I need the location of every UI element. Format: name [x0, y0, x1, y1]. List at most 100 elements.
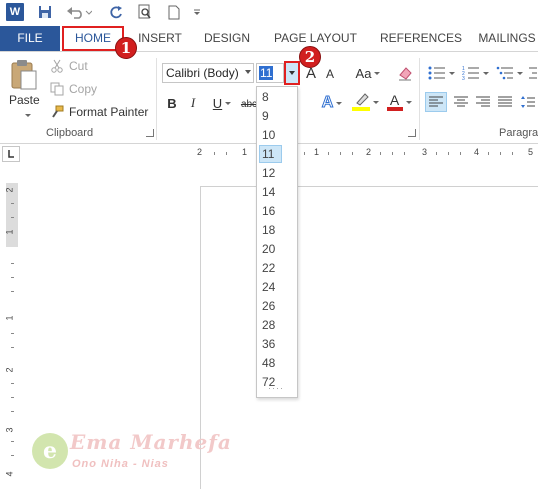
numbering-button[interactable]: 123	[460, 63, 490, 83]
font-size-option[interactable]: 24	[259, 278, 282, 296]
font-color-dropdown-icon	[405, 100, 412, 104]
ribbon-tabs: FILE HOME INSERT DESIGN PAGE LAYOUT REFE…	[0, 26, 538, 51]
save-icon[interactable]	[36, 3, 54, 21]
ruler-tick	[11, 397, 14, 398]
tab-references[interactable]: REFERENCES	[380, 26, 462, 51]
ruler-tick	[436, 152, 437, 155]
paragraph-group-label: Paragra	[499, 127, 538, 139]
font-size-option[interactable]: 48	[259, 354, 282, 372]
font-size-option-selected[interactable]: 11	[259, 145, 282, 163]
font-size-dropdown-button[interactable]	[284, 61, 300, 85]
align-center-icon	[454, 96, 468, 107]
watermark-subtitle: Ono Niha - Nias	[72, 458, 169, 470]
bold-button[interactable]: B	[164, 93, 180, 113]
font-size-option[interactable]: 10	[259, 126, 282, 144]
align-center-button[interactable]	[450, 92, 472, 112]
ruler-tick	[448, 152, 449, 155]
copy-button[interactable]: Copy	[50, 79, 97, 99]
vertical-ruler[interactable]: 2 1 1 2 3 4	[4, 183, 18, 489]
paste-label: Paste	[9, 93, 40, 107]
clipboard-launcher-icon[interactable]	[146, 129, 154, 137]
tab-design[interactable]: DESIGN	[204, 26, 250, 51]
font-size-option[interactable]: 36	[259, 335, 282, 353]
ruler-number: 2	[197, 147, 203, 157]
font-size-option[interactable]: 14	[259, 183, 282, 201]
clear-formatting-button[interactable]	[396, 63, 414, 83]
highlight-button[interactable]	[350, 92, 380, 112]
change-case-button[interactable]: Aa	[352, 63, 384, 83]
watermark-logo-icon: e	[32, 433, 68, 469]
underline-label: U	[212, 95, 223, 111]
copy-label: Copy	[69, 82, 98, 96]
redo-icon[interactable]	[107, 3, 125, 21]
highlighter-icon	[351, 92, 370, 112]
align-right-button[interactable]	[472, 92, 494, 112]
ruler-tick	[11, 441, 14, 442]
font-color-button[interactable]: A	[384, 92, 414, 112]
ruler-tick	[460, 152, 461, 155]
font-size-option[interactable]: 16	[259, 202, 282, 220]
font-size-option[interactable]: 26	[259, 297, 282, 315]
ruler-tick	[11, 263, 14, 264]
font-name-dropdown-icon[interactable]	[245, 70, 251, 74]
ruler-number: 1	[314, 147, 320, 157]
ruler-tick	[500, 152, 501, 155]
chevron-down-icon	[289, 71, 295, 75]
resize-grip-icon[interactable]: ····	[268, 383, 284, 393]
ruler-tick	[11, 383, 14, 384]
multilevel-list-icon	[496, 66, 513, 80]
watermark-title: Ema Marhefa	[70, 430, 232, 454]
customize-qat-icon[interactable]	[192, 3, 202, 21]
align-left-button[interactable]	[425, 92, 447, 112]
tab-mailings[interactable]: MAILINGS	[476, 26, 538, 51]
font-size-combobox[interactable]: 11	[256, 63, 284, 83]
font-launcher-icon[interactable]	[408, 129, 416, 137]
font-size-option[interactable]: 20	[259, 240, 282, 258]
ruler-tick	[392, 152, 393, 155]
decrease-indent-button[interactable]	[526, 63, 538, 83]
ruler-tick	[304, 152, 305, 155]
italic-button[interactable]: I	[186, 93, 200, 113]
print-preview-icon[interactable]	[136, 3, 154, 21]
font-size-option[interactable]: 18	[259, 221, 282, 239]
font-name-combobox[interactable]: Calibri (Body)	[162, 63, 254, 83]
clipboard-group-label: Clipboard	[46, 127, 94, 139]
line-spacing-button[interactable]	[518, 92, 538, 112]
bullets-button[interactable]	[426, 63, 456, 83]
justify-button[interactable]	[494, 92, 516, 112]
shrink-font-button[interactable]: A	[322, 64, 338, 84]
ruler-tick	[340, 152, 341, 155]
format-painter-button[interactable]: Format Painter	[50, 102, 148, 122]
font-size-option[interactable]: 8	[259, 88, 282, 106]
ruler-tick	[352, 152, 353, 155]
font-size-option[interactable]: 22	[259, 259, 282, 277]
text-effects-label: A	[321, 94, 334, 112]
paintbrush-icon	[50, 105, 64, 119]
text-effects-button[interactable]: A	[318, 93, 346, 113]
new-document-icon[interactable]	[166, 3, 182, 21]
font-size-option[interactable]: 12	[259, 164, 282, 182]
format-painter-label: Format Painter	[69, 105, 149, 119]
cut-button[interactable]: Cut	[50, 56, 88, 76]
group-divider	[156, 58, 157, 140]
ruler-tick	[404, 152, 405, 155]
document-page[interactable]	[200, 186, 538, 489]
underline-button[interactable]: U	[208, 93, 236, 113]
multilevel-list-button[interactable]	[494, 63, 524, 83]
font-size-value[interactable]: 11	[259, 66, 274, 80]
ruler-number: 2	[4, 367, 15, 373]
tab-file[interactable]: FILE	[0, 26, 60, 51]
paste-dropdown-icon[interactable]	[25, 114, 31, 117]
font-size-option[interactable]: 28	[259, 316, 282, 334]
paste-button[interactable]: Paste	[8, 57, 42, 119]
ruler-tick	[11, 291, 14, 292]
tab-insert[interactable]: INSERT	[138, 26, 182, 51]
group-divider	[419, 58, 420, 140]
undo-icon[interactable]	[64, 3, 94, 21]
ruler-tick	[11, 217, 14, 218]
font-size-option[interactable]: 9	[259, 107, 282, 125]
tab-selector[interactable]	[2, 146, 20, 162]
font-color-icon: A	[386, 92, 403, 112]
cut-label: Cut	[69, 59, 88, 73]
horizontal-ruler[interactable]: 2 1 1 2 3 4 5	[196, 147, 538, 160]
